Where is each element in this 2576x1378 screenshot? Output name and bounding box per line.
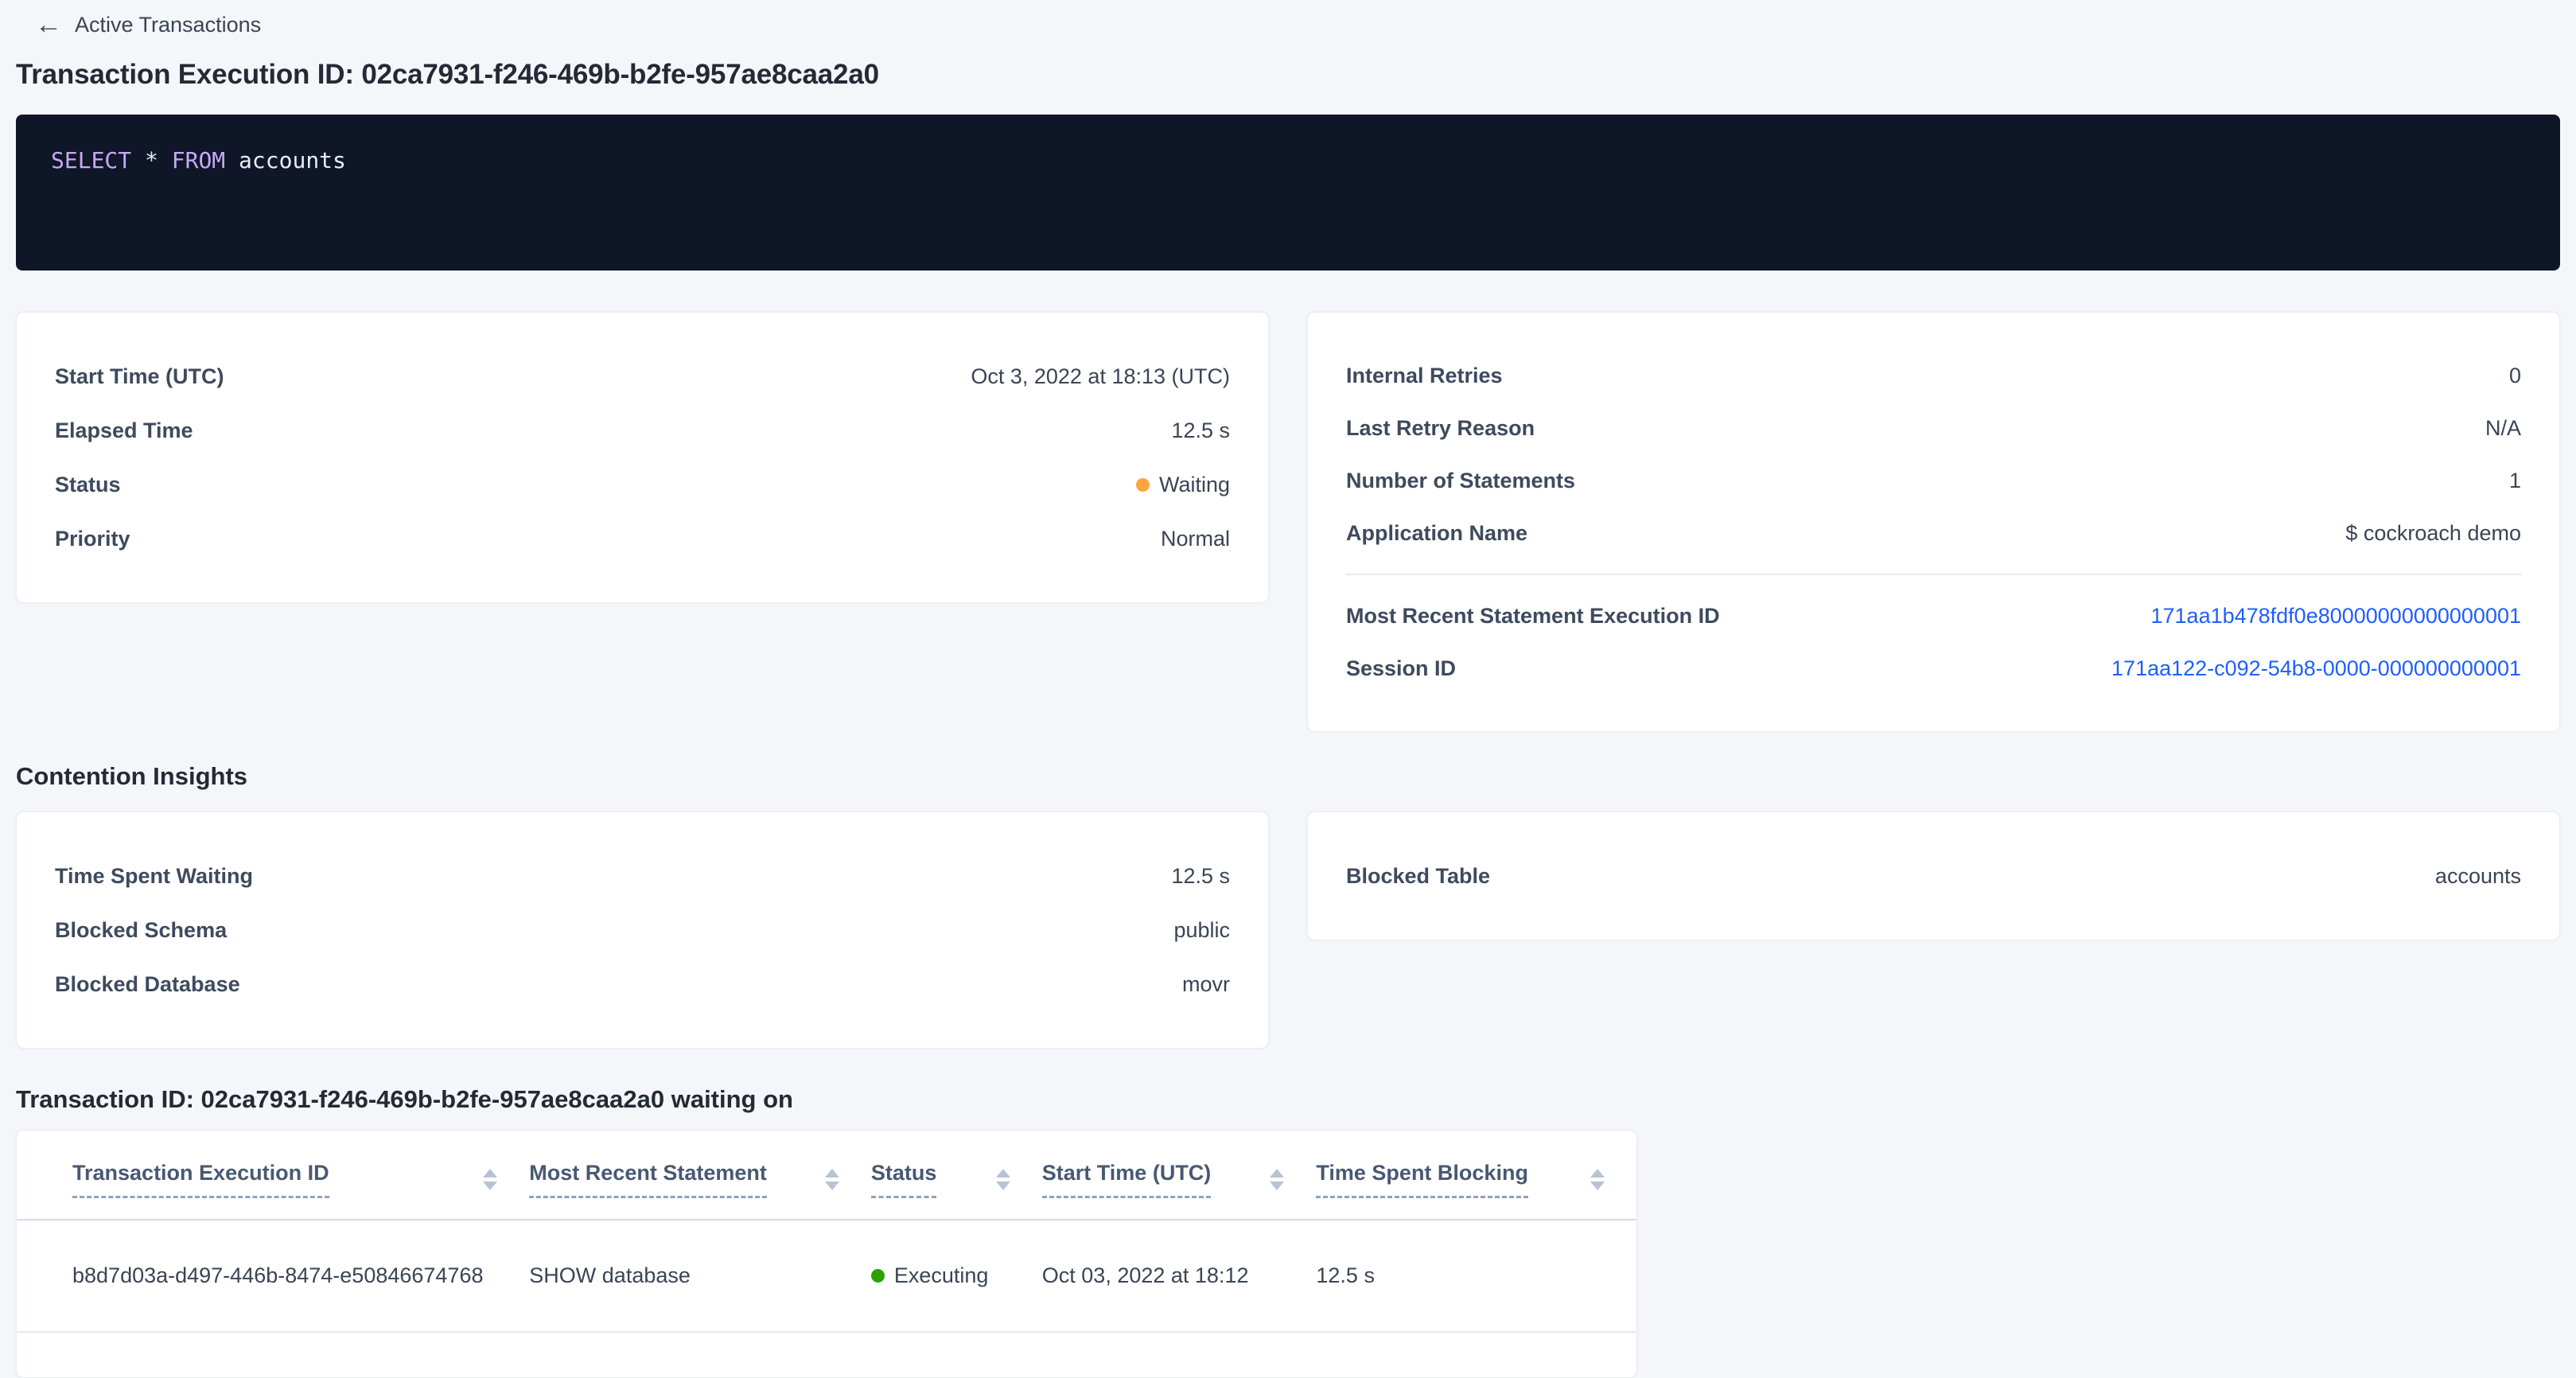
kv-row-last-retry-reason: Last Retry Reason N/A bbox=[1346, 402, 2521, 454]
back-arrow-icon: ← bbox=[35, 11, 62, 38]
kv-value: 12.5 s bbox=[1171, 418, 1230, 443]
back-link-label: Active Transactions bbox=[75, 13, 261, 37]
kv-label: Time Spent Waiting bbox=[55, 864, 253, 889]
sql-keyword: FROM bbox=[172, 147, 225, 173]
column-header-label[interactable]: Time Spent Blocking bbox=[1316, 1161, 1528, 1198]
kv-value: movr bbox=[1182, 972, 1230, 997]
table-row: b8d7d03a-d497-446b-8474-e50846674768 SHO… bbox=[17, 1220, 1636, 1332]
cell-start-time: Oct 03, 2022 at 18:12 bbox=[1042, 1220, 1317, 1332]
kv-value: N/A bbox=[2485, 416, 2521, 441]
kv-label: Internal Retries bbox=[1346, 364, 1503, 388]
kv-value: accounts bbox=[2435, 864, 2521, 889]
sort-icon[interactable] bbox=[483, 1169, 497, 1190]
kv-row-elapsed-time: Elapsed Time 12.5 s bbox=[55, 403, 1230, 457]
kv-row-blocked-table: Blocked Table accounts bbox=[1346, 849, 2521, 903]
table-header-row: Transaction Execution ID Most Recent Sta… bbox=[17, 1131, 1636, 1220]
kv-label: Priority bbox=[55, 527, 130, 551]
kv-row-internal-retries: Internal Retries 0 bbox=[1346, 349, 2521, 402]
column-header-start-time[interactable]: Start Time (UTC) bbox=[1042, 1131, 1317, 1220]
status-executing-dot-icon bbox=[871, 1269, 885, 1283]
kv-value: 1 bbox=[2509, 469, 2521, 493]
sql-statement: SELECT * FROM accounts bbox=[51, 147, 346, 173]
kv-value: 12.5 s bbox=[1171, 864, 1230, 889]
sql-text: * bbox=[131, 147, 172, 173]
column-header-status[interactable]: Status bbox=[871, 1131, 1042, 1220]
session-id-link[interactable]: 171aa122-c092-54b8-0000-000000000001 bbox=[2111, 656, 2521, 681]
transaction-metadata-card: Internal Retries 0 Last Retry Reason N/A… bbox=[1307, 312, 2560, 732]
blocked-table-card: Blocked Table accounts bbox=[1307, 812, 2560, 940]
kv-row-start-time: Start Time (UTC) Oct 3, 2022 at 18:13 (U… bbox=[55, 349, 1230, 403]
sort-icon[interactable] bbox=[1270, 1169, 1284, 1190]
contention-details-card: Time Spent Waiting 12.5 s Blocked Schema… bbox=[16, 812, 1269, 1049]
sql-keyword: SELECT bbox=[51, 147, 131, 173]
kv-row-session-id: Session ID 171aa122-c092-54b8-0000-00000… bbox=[1346, 642, 2521, 695]
contention-cards-row: Time Spent Waiting 12.5 s Blocked Schema… bbox=[16, 812, 2560, 1049]
sort-icon[interactable] bbox=[996, 1169, 1010, 1190]
kv-label: Blocked Database bbox=[55, 972, 240, 997]
kv-label: Elapsed Time bbox=[55, 418, 193, 443]
column-header-label[interactable]: Most Recent Statement bbox=[529, 1161, 767, 1198]
waiting-on-table-card: Transaction Execution ID Most Recent Sta… bbox=[16, 1130, 1637, 1378]
page-title: Transaction Execution ID: 02ca7931-f246-… bbox=[16, 59, 2560, 91]
kv-label: Status bbox=[55, 473, 121, 497]
kv-label: Last Retry Reason bbox=[1346, 416, 1535, 441]
summary-cards-row: Start Time (UTC) Oct 3, 2022 at 18:13 (U… bbox=[16, 312, 2560, 732]
column-header-time-spent-blocking[interactable]: Time Spent Blocking bbox=[1316, 1131, 1636, 1220]
kv-label: Most Recent Statement Execution ID bbox=[1346, 604, 1720, 629]
column-header-label[interactable]: Status bbox=[871, 1161, 937, 1198]
kv-value: Oct 3, 2022 at 18:13 (UTC) bbox=[971, 364, 1230, 389]
contention-insights-heading: Contention Insights bbox=[16, 762, 2560, 791]
kv-row-time-spent-waiting: Time Spent Waiting 12.5 s bbox=[55, 849, 1230, 903]
transaction-summary-card: Start Time (UTC) Oct 3, 2022 at 18:13 (U… bbox=[16, 312, 1269, 603]
statement-execution-id-link[interactable]: 171aa1b478fdf0e80000000000000001 bbox=[2151, 604, 2522, 629]
status-value: Waiting bbox=[1136, 473, 1230, 497]
kv-value: $ cockroach demo bbox=[2345, 521, 2521, 546]
kv-row-status: Status Waiting bbox=[55, 457, 1230, 512]
sql-statement-box: SELECT * FROM accounts bbox=[16, 115, 2560, 271]
column-header-label[interactable]: Start Time (UTC) bbox=[1042, 1161, 1212, 1198]
card-divider bbox=[1346, 574, 2521, 575]
sql-text: accounts bbox=[225, 147, 346, 173]
kv-label: Session ID bbox=[1346, 656, 1456, 681]
back-to-active-transactions-link[interactable]: ← Active Transactions bbox=[35, 11, 261, 38]
kv-label: Number of Statements bbox=[1346, 469, 1575, 493]
kv-value: public bbox=[1173, 918, 1230, 943]
kv-row-application-name: Application Name $ cockroach demo bbox=[1346, 507, 2521, 559]
kv-value: Normal bbox=[1161, 527, 1230, 551]
kv-label: Application Name bbox=[1346, 521, 1527, 546]
kv-value: 0 bbox=[2509, 364, 2521, 388]
status-waiting-dot-icon bbox=[1136, 478, 1150, 492]
column-header-transaction-execution-id[interactable]: Transaction Execution ID bbox=[17, 1131, 529, 1220]
status-text: Executing bbox=[894, 1263, 989, 1288]
cell-status: Executing bbox=[871, 1220, 1042, 1332]
status-text: Waiting bbox=[1159, 473, 1230, 497]
column-header-label[interactable]: Transaction Execution ID bbox=[72, 1161, 329, 1198]
kv-row-blocked-schema: Blocked Schema public bbox=[55, 903, 1230, 957]
active-transaction-details-page: ← Active Transactions Transaction Execut… bbox=[0, 0, 2576, 1378]
kv-row-blocked-database: Blocked Database movr bbox=[55, 957, 1230, 1011]
kv-row-most-recent-statement-execution-id: Most Recent Statement Execution ID 171aa… bbox=[1346, 590, 2521, 642]
kv-label: Start Time (UTC) bbox=[55, 364, 224, 389]
kv-row-priority: Priority Normal bbox=[55, 512, 1230, 566]
column-header-most-recent-statement[interactable]: Most Recent Statement bbox=[529, 1131, 871, 1220]
kv-row-number-of-statements: Number of Statements 1 bbox=[1346, 454, 2521, 507]
waiting-on-heading: Transaction ID: 02ca7931-f246-469b-b2fe-… bbox=[16, 1085, 2560, 1114]
sort-icon[interactable] bbox=[825, 1169, 839, 1190]
cell-most-recent-statement: SHOW database bbox=[529, 1220, 871, 1332]
sort-icon[interactable] bbox=[1590, 1169, 1605, 1190]
waiting-on-table: Transaction Execution ID Most Recent Sta… bbox=[17, 1131, 1636, 1333]
kv-label: Blocked Table bbox=[1346, 864, 1490, 889]
cell-time-spent-blocking: 12.5 s bbox=[1316, 1220, 1636, 1332]
cell-transaction-execution-id: b8d7d03a-d497-446b-8474-e50846674768 bbox=[17, 1220, 529, 1332]
kv-label: Blocked Schema bbox=[55, 918, 227, 943]
